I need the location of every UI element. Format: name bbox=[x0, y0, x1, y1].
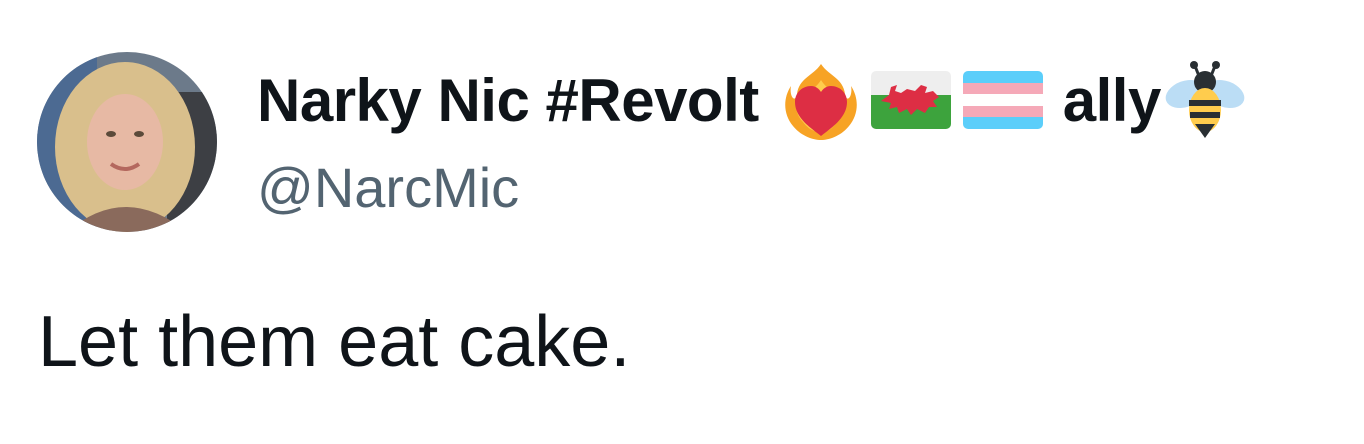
avatar-image bbox=[37, 52, 217, 232]
heart-on-fire-icon bbox=[783, 60, 859, 140]
display-name[interactable]: Narky Nic #Revolt bbox=[257, 66, 759, 135]
name-row: Narky Nic #Revolt ally bbox=[257, 58, 1247, 142]
profile-avatar[interactable] bbox=[37, 52, 217, 232]
transgender-flag-icon bbox=[962, 71, 1043, 129]
tweet-text: Let them eat cake. bbox=[38, 302, 631, 382]
name-suffix: ally bbox=[1062, 66, 1162, 134]
wales-flag-icon bbox=[870, 71, 951, 129]
user-handle[interactable]: @NarcMic bbox=[257, 155, 519, 220]
bee-icon bbox=[1163, 58, 1247, 142]
